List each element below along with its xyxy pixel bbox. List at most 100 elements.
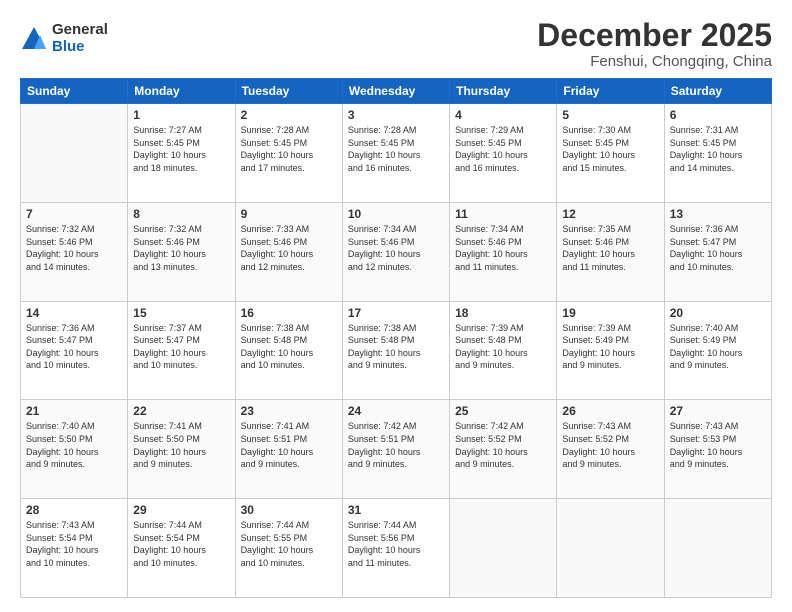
cell-info: Sunrise: 7:44 AM Sunset: 5:54 PM Dayligh… [133, 519, 229, 569]
calendar-cell-w3-d1: 22 Sunrise: 7:41 AM Sunset: 5:50 PM Dayli… [128, 400, 235, 499]
calendar-cell-w3-d5: 26 Sunrise: 7:43 AM Sunset: 5:52 PM Dayli… [557, 400, 664, 499]
calendar-cell-w2-d6: 20 Sunrise: 7:40 AM Sunset: 5:49 PM Dayli… [664, 301, 771, 400]
calendar-week-row-1: 7 Sunrise: 7:32 AM Sunset: 5:46 PM Daylig… [21, 202, 772, 301]
cell-info: Sunrise: 7:39 AM Sunset: 5:48 PM Dayligh… [455, 322, 551, 372]
header: General Blue December 2025 Fenshui, Chon… [20, 18, 772, 70]
day-number: 16 [241, 306, 337, 320]
day-number: 8 [133, 207, 229, 221]
calendar-cell-w4-d3: 31 Sunrise: 7:44 AM Sunset: 5:56 PM Dayli… [342, 499, 449, 598]
cell-info: Sunrise: 7:33 AM Sunset: 5:46 PM Dayligh… [241, 223, 337, 273]
calendar-cell-w0-d5: 5Sunrise: 7:30 AM Sunset: 5:45 PM Daylig… [557, 104, 664, 203]
cell-info: Sunrise: 7:44 AM Sunset: 5:56 PM Dayligh… [348, 519, 444, 569]
calendar-week-row-0: 1 Sunrise: 7:27 AM Sunset: 5:45 PM Daylig… [21, 104, 772, 203]
cell-info: Sunrise: 7:40 AM Sunset: 5:50 PM Dayligh… [26, 420, 122, 470]
day-number: 19 [562, 306, 658, 320]
day-number: 10 [348, 207, 444, 221]
calendar-cell-w1-d5: 12 Sunrise: 7:35 AM Sunset: 5:46 PM Dayli… [557, 202, 664, 301]
cell-info: Sunrise: 7:32 AM Sunset: 5:46 PM Dayligh… [26, 223, 122, 273]
calendar-cell-w2-d4: 18 Sunrise: 7:39 AM Sunset: 5:48 PM Dayli… [450, 301, 557, 400]
title-block: December 2025 Fenshui, Chongqing, China [537, 18, 772, 70]
calendar-cell-w0-d6: 6 Sunrise: 7:31 AM Sunset: 5:45 PM Daylig… [664, 104, 771, 203]
day-number: 4 [455, 108, 551, 122]
day-number: 24 [348, 404, 444, 418]
col-wednesday: Wednesday [342, 79, 449, 104]
col-tuesday: Tuesday [235, 79, 342, 104]
logo-blue-label: Blue [52, 39, 108, 56]
calendar-cell-w1-d6: 13Sunrise: 7:36 AM Sunset: 5:47 PM Dayli… [664, 202, 771, 301]
cell-info: Sunrise: 7:27 AM Sunset: 5:45 PM Dayligh… [133, 124, 229, 174]
day-number: 23 [241, 404, 337, 418]
calendar-cell-w2-d5: 19Sunrise: 7:39 AM Sunset: 5:49 PM Dayli… [557, 301, 664, 400]
calendar-cell-w3-d3: 24 Sunrise: 7:42 AM Sunset: 5:51 PM Dayli… [342, 400, 449, 499]
day-number: 27 [670, 404, 766, 418]
calendar-week-row-2: 14 Sunrise: 7:36 AM Sunset: 5:47 PM Dayli… [21, 301, 772, 400]
day-number: 13 [670, 207, 766, 221]
calendar-cell-w4-d2: 30 Sunrise: 7:44 AM Sunset: 5:55 PM Dayli… [235, 499, 342, 598]
calendar-cell-w4-d4 [450, 499, 557, 598]
day-number: 7 [26, 207, 122, 221]
day-number: 12 [562, 207, 658, 221]
day-number: 1 [133, 108, 229, 122]
day-number: 17 [348, 306, 444, 320]
calendar-cell-w0-d3: 3Sunrise: 7:28 AM Sunset: 5:45 PM Daylig… [342, 104, 449, 203]
cell-info: Sunrise: 7:43 AM Sunset: 5:54 PM Dayligh… [26, 519, 122, 569]
cell-info: Sunrise: 7:35 AM Sunset: 5:46 PM Dayligh… [562, 223, 658, 273]
day-number: 30 [241, 503, 337, 517]
calendar-cell-w2-d2: 16Sunrise: 7:38 AM Sunset: 5:48 PM Dayli… [235, 301, 342, 400]
col-saturday: Saturday [664, 79, 771, 104]
cell-info: Sunrise: 7:32 AM Sunset: 5:46 PM Dayligh… [133, 223, 229, 273]
cell-info: Sunrise: 7:43 AM Sunset: 5:52 PM Dayligh… [562, 420, 658, 470]
cell-info: Sunrise: 7:42 AM Sunset: 5:51 PM Dayligh… [348, 420, 444, 470]
cell-info: Sunrise: 7:28 AM Sunset: 5:45 PM Dayligh… [241, 124, 337, 174]
day-number: 26 [562, 404, 658, 418]
main-title: December 2025 [537, 18, 772, 53]
calendar-cell-w1-d1: 8 Sunrise: 7:32 AM Sunset: 5:46 PM Daylig… [128, 202, 235, 301]
day-number: 25 [455, 404, 551, 418]
cell-info: Sunrise: 7:41 AM Sunset: 5:51 PM Dayligh… [241, 420, 337, 470]
calendar-cell-w2-d1: 15Sunrise: 7:37 AM Sunset: 5:47 PM Dayli… [128, 301, 235, 400]
cell-info: Sunrise: 7:41 AM Sunset: 5:50 PM Dayligh… [133, 420, 229, 470]
calendar-cell-w3-d6: 27 Sunrise: 7:43 AM Sunset: 5:53 PM Dayli… [664, 400, 771, 499]
day-number: 21 [26, 404, 122, 418]
day-number: 22 [133, 404, 229, 418]
cell-info: Sunrise: 7:40 AM Sunset: 5:49 PM Dayligh… [670, 322, 766, 372]
calendar-cell-w3-d2: 23 Sunrise: 7:41 AM Sunset: 5:51 PM Dayli… [235, 400, 342, 499]
day-number: 15 [133, 306, 229, 320]
cell-info: Sunrise: 7:31 AM Sunset: 5:45 PM Dayligh… [670, 124, 766, 174]
calendar-cell-w1-d2: 9 Sunrise: 7:33 AM Sunset: 5:46 PM Daylig… [235, 202, 342, 301]
calendar-cell-w0-d4: 4 Sunrise: 7:29 AM Sunset: 5:45 PM Daylig… [450, 104, 557, 203]
day-number: 11 [455, 207, 551, 221]
day-number: 3 [348, 108, 444, 122]
day-number: 2 [241, 108, 337, 122]
cell-info: Sunrise: 7:34 AM Sunset: 5:46 PM Dayligh… [348, 223, 444, 273]
calendar-cell-w0-d1: 1 Sunrise: 7:27 AM Sunset: 5:45 PM Daylig… [128, 104, 235, 203]
cell-info: Sunrise: 7:30 AM Sunset: 5:45 PM Dayligh… [562, 124, 658, 174]
cell-info: Sunrise: 7:44 AM Sunset: 5:55 PM Dayligh… [241, 519, 337, 569]
day-number: 29 [133, 503, 229, 517]
cell-info: Sunrise: 7:43 AM Sunset: 5:53 PM Dayligh… [670, 420, 766, 470]
logo-text: General Blue [52, 22, 108, 55]
calendar-week-row-3: 21 Sunrise: 7:40 AM Sunset: 5:50 PM Dayli… [21, 400, 772, 499]
calendar-cell-w2-d0: 14 Sunrise: 7:36 AM Sunset: 5:47 PM Dayli… [21, 301, 128, 400]
day-number: 9 [241, 207, 337, 221]
col-friday: Friday [557, 79, 664, 104]
cell-info: Sunrise: 7:38 AM Sunset: 5:48 PM Dayligh… [348, 322, 444, 372]
day-number: 31 [348, 503, 444, 517]
calendar-cell-w1-d4: 11Sunrise: 7:34 AM Sunset: 5:46 PM Dayli… [450, 202, 557, 301]
day-number: 18 [455, 306, 551, 320]
day-number: 20 [670, 306, 766, 320]
calendar-cell-w0-d2: 2 Sunrise: 7:28 AM Sunset: 5:45 PM Daylig… [235, 104, 342, 203]
subtitle: Fenshui, Chongqing, China [537, 53, 772, 70]
day-number: 14 [26, 306, 122, 320]
page: General Blue December 2025 Fenshui, Chon… [0, 0, 792, 612]
col-thursday: Thursday [450, 79, 557, 104]
calendar-cell-w4-d6 [664, 499, 771, 598]
cell-info: Sunrise: 7:36 AM Sunset: 5:47 PM Dayligh… [26, 322, 122, 372]
calendar-cell-w4-d0: 28 Sunrise: 7:43 AM Sunset: 5:54 PM Dayli… [21, 499, 128, 598]
cell-info: Sunrise: 7:29 AM Sunset: 5:45 PM Dayligh… [455, 124, 551, 174]
day-number: 28 [26, 503, 122, 517]
calendar-cell-w4-d5 [557, 499, 664, 598]
logo-general-label: General [52, 22, 108, 39]
calendar-week-row-4: 28 Sunrise: 7:43 AM Sunset: 5:54 PM Dayli… [21, 499, 772, 598]
day-number: 6 [670, 108, 766, 122]
